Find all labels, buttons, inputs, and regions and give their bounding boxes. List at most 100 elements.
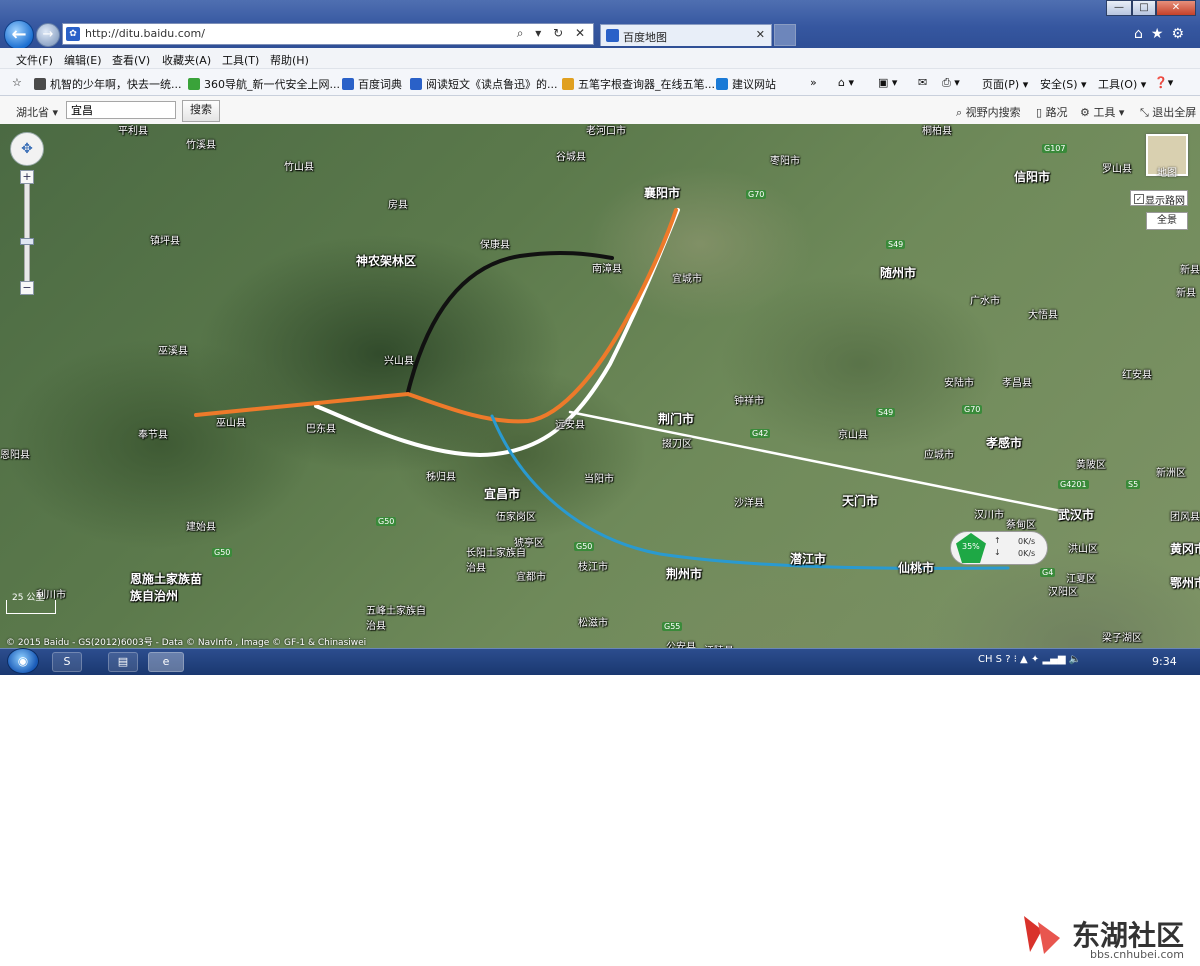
place-label: 公安县: [666, 642, 696, 648]
place-label: 远安县: [555, 420, 585, 431]
zoom-out-button[interactable]: −: [20, 281, 34, 295]
favorite-site-icon: [34, 78, 46, 90]
route-black: [406, 250, 614, 394]
place-label: 荆门市: [658, 412, 695, 426]
place-label: 宜城市: [672, 274, 702, 285]
back-button[interactable]: ←: [4, 20, 34, 50]
place-label: 建始县: [186, 522, 216, 533]
tool-label: 退出全屏: [1152, 106, 1197, 119]
print-icon[interactable]: ⎙ ▾: [942, 76, 960, 90]
checkbox-check-icon[interactable]: ✓: [1134, 194, 1144, 204]
taskbar-360-icon[interactable]: S: [52, 652, 82, 672]
favorite-link[interactable]: 阅读短文《读点鲁迅》的...: [410, 76, 558, 92]
more-favorites-chevron-icon[interactable]: »: [810, 76, 817, 89]
place-label: 巫山县: [216, 418, 246, 429]
mail-icon[interactable]: ✉: [918, 76, 927, 89]
menu-view[interactable]: 查看(V): [112, 52, 150, 68]
favorite-site-icon: [716, 78, 728, 90]
favorite-link[interactable]: 机智的少年啊，快去一统...: [34, 76, 182, 92]
start-button[interactable]: ◉: [7, 648, 39, 674]
pan-control-icon[interactable]: ✥: [10, 132, 44, 166]
place-label: 谷城县: [556, 152, 586, 163]
place-label: 钟祥市: [734, 396, 764, 407]
tab-close-icon[interactable]: ✕: [756, 28, 765, 41]
zoom-in-button[interactable]: +: [20, 170, 34, 184]
menu-favorites[interactable]: 收藏夹(A): [162, 52, 211, 68]
help-icon[interactable]: ❓▾: [1154, 76, 1173, 89]
watermark-site: bbs.cnhubei.com: [1090, 948, 1184, 961]
address-bar[interactable]: ✿ http://ditu.baidu.com/ ⌕ ▾ ↻ ✕: [62, 23, 594, 45]
taskbar-explorer-icon[interactable]: ▤: [108, 652, 138, 672]
favorite-site-icon: [188, 78, 200, 90]
highway-shield: S49: [876, 408, 896, 417]
roadnet-label: 显示路网: [1145, 196, 1185, 207]
minimize-button[interactable]: —: [1106, 0, 1132, 16]
menu-tools[interactable]: 工具(T): [222, 52, 259, 68]
taskbar-ie-icon[interactable]: e: [148, 652, 184, 672]
home-icon[interactable]: ⌂ ▾: [838, 76, 854, 89]
place-label: 大悟县: [1028, 310, 1058, 321]
favorite-link[interactable]: 360导航_新一代安全上网...: [188, 76, 340, 92]
upload-speed: 0K/s: [1018, 537, 1036, 546]
address-controls[interactable]: ⌕ ▾ ↻ ✕: [517, 26, 589, 41]
search-button[interactable]: 搜索: [182, 100, 220, 122]
command-tools[interactable]: 工具(O) ▾: [1098, 76, 1146, 92]
forward-button[interactable]: →: [36, 23, 60, 47]
address-url[interactable]: http://ditu.baidu.com/: [85, 27, 205, 40]
place-label: 武汉市: [1058, 508, 1095, 522]
command-safety[interactable]: 安全(S) ▾: [1040, 76, 1087, 92]
menu-help[interactable]: 帮助(H): [270, 52, 309, 68]
window-controls: — □ ✕: [1106, 0, 1196, 16]
new-tab-button[interactable]: [774, 24, 796, 46]
close-window-button[interactable]: ✕: [1156, 0, 1196, 16]
system-tray[interactable]: CH S ? ⁝ ▲ ✦ ▂▄▆ 🔈: [978, 654, 1081, 665]
forum-logo-icon: [1024, 916, 1060, 954]
favorite-label: 五笔字根查询器_在线五笔...: [578, 78, 715, 91]
place-label: 梁子湖区: [1102, 633, 1142, 644]
traffic-light-icon: ▯: [1036, 106, 1046, 119]
favorite-link[interactable]: 五笔字根查询器_在线五笔...: [562, 76, 715, 92]
place-label: 竹溪县: [186, 140, 216, 151]
satellite-map[interactable]: 平利县 竹溪县 竹山县 房县 镇坪县 保康县 神农架林区 南漳县 谷城县 老河口市 襄阳市 枣阳市 桐柏…: [0, 124, 1200, 648]
menu-edit[interactable]: 编辑(E): [64, 52, 102, 68]
taskbar-clock[interactable]: 9:34: [1152, 655, 1177, 668]
favorite-link[interactable]: 建议网站: [716, 76, 776, 92]
menu-file[interactable]: 文件(F): [16, 52, 53, 68]
place-label: 恩施土家族苗族自治州: [130, 572, 203, 603]
feeds-icon[interactable]: ▣ ▾: [878, 76, 897, 89]
place-label: 恩阳县: [0, 450, 30, 461]
exit-fullscreen-button[interactable]: ⤡ 退出全屏: [1140, 104, 1196, 120]
place-label: 团风县: [1170, 512, 1200, 523]
zoom-slider-track[interactable]: [24, 182, 30, 286]
add-favorite-star-icon[interactable]: ☆: [12, 76, 22, 89]
place-label: 潜江市: [790, 552, 827, 566]
visible-area-search-button[interactable]: ⌕ 视野内搜索: [956, 104, 1021, 120]
place-label: 江夏区: [1066, 574, 1096, 585]
home-favorites-tools-icons[interactable]: ⌂★⚙: [1134, 26, 1198, 42]
show-roadnet-checkbox[interactable]: ✓ 显示路网: [1130, 190, 1188, 207]
place-label: 巫溪县: [158, 346, 188, 357]
shrink-icon: ⤡: [1140, 106, 1153, 119]
place-label: 五峰土家族自治县: [366, 606, 426, 632]
map-type-label[interactable]: 地图: [1146, 164, 1188, 179]
favorite-link[interactable]: 百度词典: [342, 76, 402, 92]
favorites-bar: ☆ 机智的少年啊，快去一统... 360导航_新一代安全上网... 百度词典 阅…: [0, 69, 1200, 96]
tab-baidu-map[interactable]: 百度地图 ✕: [600, 24, 772, 46]
place-label: 巴东县: [306, 424, 336, 435]
tools-dropdown[interactable]: ⚙ 工具 ▾: [1080, 104, 1124, 120]
maximize-button[interactable]: □: [1132, 0, 1156, 16]
gear-icon: ⚙: [1080, 106, 1094, 119]
highway-shield: S49: [886, 240, 906, 249]
command-page[interactable]: 页面(P) ▾: [982, 76, 1028, 92]
highway-shield: G55: [662, 622, 683, 631]
place-label: 信阳市: [1014, 170, 1051, 184]
province-selector[interactable]: 湖北省 ▾: [16, 104, 58, 120]
place-label: 蔡甸区: [1006, 520, 1036, 531]
traffic-button[interactable]: ▯ 路况: [1036, 104, 1068, 120]
place-label: 神农架林区: [356, 254, 417, 268]
place-label: 鄂州市: [1170, 576, 1200, 590]
panorama-button[interactable]: 全景: [1146, 212, 1188, 230]
city-search-input[interactable]: [66, 101, 176, 119]
zoom-slider-handle[interactable]: [20, 238, 34, 245]
place-label: 京山县: [838, 430, 868, 441]
